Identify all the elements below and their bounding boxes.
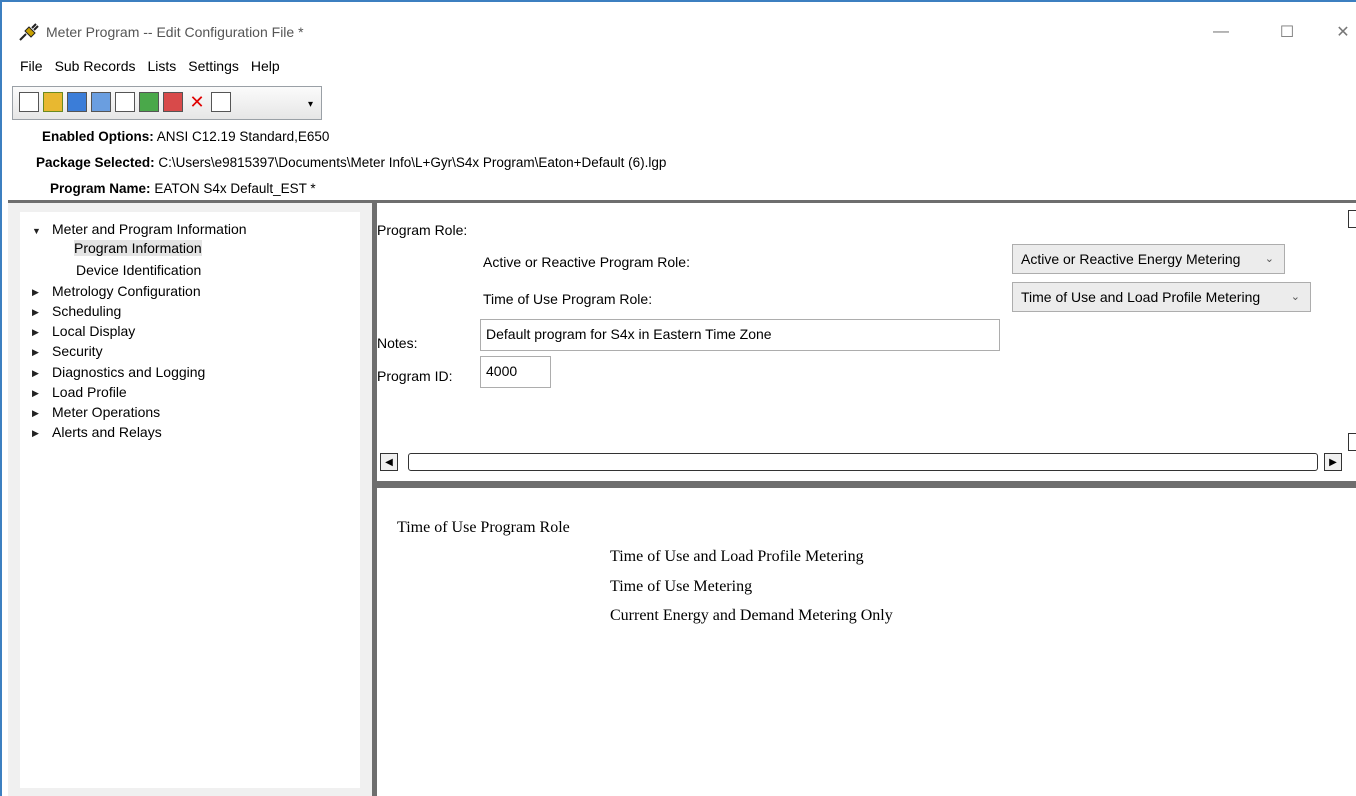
package-row: Package Selected: C:\Users\e9815397\Docu… [36,155,666,170]
clipboard-icon[interactable] [211,92,231,112]
scrollbar-thumb[interactable] [408,453,1318,471]
menu-bar: File Sub Records Lists Settings Help [2,56,286,80]
tree-item-meter-operations[interactable]: Meter Operations [52,404,160,420]
menu-sub-records[interactable]: Sub Records [49,56,142,80]
window-border-left [0,0,2,796]
active-reactive-value: Active or Reactive Energy Metering [1021,251,1241,267]
title-bar[interactable]: Meter Program -- Edit Configuration File… [2,2,1356,50]
program-id-label: Program ID: [377,368,453,384]
window-title: Meter Program -- Edit Configuration File… [46,24,304,40]
delete-icon[interactable]: ✕ [187,92,207,112]
description-heading: Time of Use Program Role [397,519,570,536]
chevron-down-icon: ⌄ [1290,291,1300,303]
tree-item-diagnostics-logging[interactable]: Diagnostics and Logging [52,364,205,380]
scroll-left-button[interactable]: ◀ [380,453,398,471]
collapsed-arrow-icon[interactable]: ▶ [32,408,39,419]
collapsed-arrow-icon[interactable]: ▶ [32,388,39,399]
menu-settings[interactable]: Settings [182,56,245,80]
scroll-down-button[interactable] [1348,433,1356,451]
collapsed-arrow-icon[interactable]: ▶ [32,327,39,338]
horizontal-scrollbar[interactable]: ◀ ▶ [380,453,1344,471]
program-name-label: Program Name: [50,181,151,196]
program-name-value: EATON S4x Default_EST * [154,181,316,196]
import-icon[interactable] [139,92,159,112]
tree-item-metrology-configuration[interactable]: Metrology Configuration [52,283,201,299]
collapsed-arrow-icon[interactable]: ▶ [32,347,39,358]
tree-item-device-identification[interactable]: Device Identification [76,262,201,278]
menu-file[interactable]: File [2,56,49,80]
tou-role-value: Time of Use and Load Profile Metering [1021,289,1261,305]
description-option: Current Energy and Demand Metering Only [610,607,893,624]
horizontal-splitter[interactable] [377,481,1356,488]
open-folder-icon[interactable] [43,92,63,112]
tree-item-meter-program-info[interactable]: Meter and Program Information [52,221,247,237]
navigation-tree[interactable]: ▼ Meter and Program Information Program … [20,212,360,788]
tree-item-program-information[interactable]: Program Information [74,240,202,256]
program-id-input[interactable]: 4000 [480,356,551,388]
program-role-label: Program Role: [377,222,468,238]
tree-item-local-display[interactable]: Local Display [52,323,135,339]
description-option: Time of Use and Load Profile Metering [610,548,864,565]
collapsed-arrow-icon[interactable]: ▶ [32,307,39,318]
enabled-options-row: Enabled Options: ANSI C12.19 Standard,E6… [42,129,329,144]
export-icon[interactable] [163,92,183,112]
scroll-right-button[interactable]: ▶ [1324,453,1342,471]
enabled-options-value: ANSI C12.19 Standard,E650 [156,129,330,144]
menu-help[interactable]: Help [245,56,286,80]
properties-icon[interactable] [115,92,135,112]
save-icon[interactable] [67,92,87,112]
scroll-up-button[interactable] [1348,210,1356,228]
toolbar: ✕ ▾ [12,86,322,120]
tree-item-security[interactable]: Security [52,343,103,359]
enabled-options-label: Enabled Options: [42,129,154,144]
active-reactive-label: Active or Reactive Program Role: [483,254,690,270]
notes-label: Notes: [377,335,418,351]
tree-item-load-profile[interactable]: Load Profile [52,384,127,400]
program-name-row: Program Name: EATON S4x Default_EST * [50,181,316,196]
close-button[interactable]: ✕ [1320,16,1356,48]
tree-item-alerts-relays[interactable]: Alerts and Relays [52,424,162,440]
maximize-button[interactable]: ☐ [1264,16,1310,48]
notes-input[interactable]: Default program for S4x in Eastern Time … [480,319,1000,351]
expanded-arrow-icon[interactable]: ▼ [32,226,41,236]
toolbar-overflow-button[interactable]: ▾ [308,99,313,110]
app-plug-icon [19,23,39,41]
tou-role-label: Time of Use Program Role: [483,291,653,307]
collapsed-arrow-icon[interactable]: ▶ [32,368,39,379]
collapsed-arrow-icon[interactable]: ▶ [32,428,39,439]
package-label: Package Selected: [36,155,155,170]
active-reactive-select[interactable]: Active or Reactive Energy Metering ⌄ [1012,244,1285,274]
description-option: Time of Use Metering [610,578,753,595]
tou-role-select[interactable]: Time of Use and Load Profile Metering ⌄ [1012,282,1311,312]
chevron-down-icon: ⌄ [1264,253,1274,265]
collapsed-arrow-icon[interactable]: ▶ [32,287,39,298]
menu-lists[interactable]: Lists [142,56,183,80]
package-value: C:\Users\e9815397\Documents\Meter Info\L… [158,155,667,170]
tree-item-scheduling[interactable]: Scheduling [52,303,121,319]
minimize-button[interactable]: — [1198,16,1244,48]
new-file-icon[interactable] [19,92,39,112]
edit-icon[interactable] [91,92,111,112]
